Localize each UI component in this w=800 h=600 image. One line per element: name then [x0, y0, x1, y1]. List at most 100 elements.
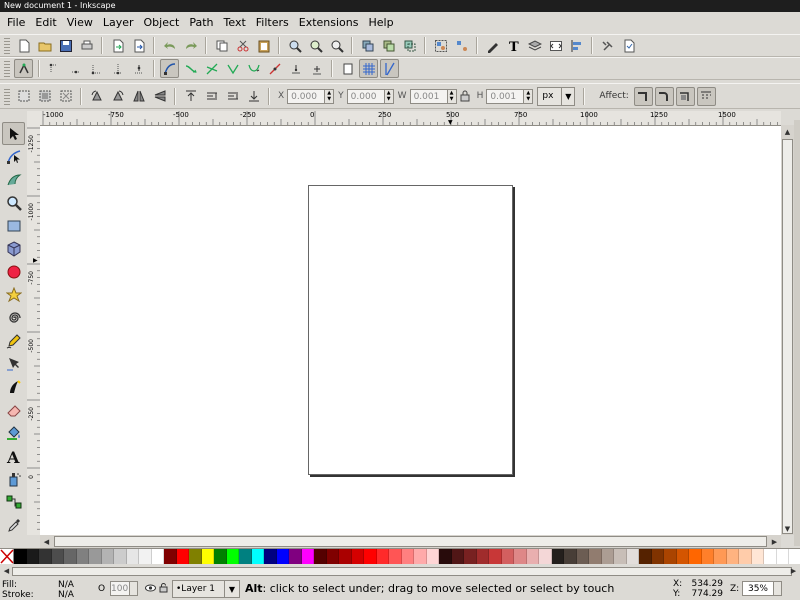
toolbar-grip[interactable] [4, 87, 10, 105]
menu-help[interactable]: Help [363, 12, 398, 33]
stroke-value[interactable]: N/A [58, 590, 74, 600]
star-tool[interactable] [2, 283, 25, 306]
flip-vertical-button[interactable] [150, 87, 169, 106]
unit-select[interactable]: px ▼ [537, 86, 576, 106]
x-input[interactable]: 0.000 [287, 88, 326, 104]
color-swatch[interactable] [576, 549, 589, 564]
export-button[interactable] [129, 36, 148, 55]
color-swatch[interactable] [264, 549, 277, 564]
zoom-page-button[interactable] [327, 36, 346, 55]
menu-path[interactable]: Path [184, 12, 218, 33]
color-swatch[interactable] [26, 549, 39, 564]
affect-patterns-button[interactable] [696, 86, 716, 106]
menu-filters[interactable]: Filters [251, 12, 294, 33]
document-properties-button[interactable] [619, 36, 638, 55]
snap-smooth-nodes-button[interactable] [244, 59, 263, 78]
unlink-clone-button[interactable] [400, 36, 419, 55]
ellipse-tool[interactable] [2, 260, 25, 283]
snap-midpoints-button[interactable] [265, 59, 284, 78]
fill-stroke-indicator[interactable]: N/A N/A [58, 580, 74, 600]
spiral-tool[interactable] [2, 306, 25, 329]
color-swatch[interactable] [226, 549, 239, 564]
xml-editor-button[interactable] [546, 36, 565, 55]
flip-horizontal-button[interactable] [129, 87, 148, 106]
color-swatch[interactable] [514, 549, 527, 564]
menu-extensions[interactable]: Extensions [294, 12, 364, 33]
affect-rounded-corners-button[interactable] [654, 86, 674, 106]
palette-scroll-right-arrow[interactable]: ▶ [787, 564, 800, 578]
snap-page-border-button[interactable] [338, 59, 357, 78]
color-swatch[interactable] [301, 549, 314, 564]
scroll-down-arrow[interactable]: ▼ [781, 522, 794, 535]
fill-stroke-button[interactable] [483, 36, 502, 55]
text-font-button[interactable]: T [504, 36, 523, 55]
no-paint-swatch[interactable] [0, 549, 14, 564]
color-swatch[interactable] [201, 549, 214, 564]
layer-lock-icon[interactable] [159, 582, 168, 596]
zoom-selection-button[interactable] [285, 36, 304, 55]
node-tool[interactable] [2, 145, 25, 168]
color-swatch[interactable] [89, 549, 102, 564]
current-layer-select[interactable]: •Layer 1 ▼ [172, 580, 240, 598]
color-swatch[interactable] [251, 549, 264, 564]
color-swatch[interactable] [651, 549, 664, 564]
color-swatch[interactable] [326, 549, 339, 564]
document-page[interactable] [308, 185, 513, 475]
calligraphy-tool[interactable] [2, 375, 25, 398]
color-swatch[interactable] [176, 549, 189, 564]
color-swatch[interactable] [676, 549, 689, 564]
undo-button[interactable] [160, 36, 179, 55]
connector-tool[interactable] [2, 490, 25, 513]
layers-button[interactable] [525, 36, 544, 55]
color-swatch[interactable] [764, 549, 777, 564]
color-swatch[interactable] [551, 549, 564, 564]
raise-button[interactable] [202, 87, 221, 106]
align-distribute-button[interactable] [567, 36, 586, 55]
opacity-input[interactable]: 100 [110, 581, 130, 596]
y-spinner[interactable]: ▲ ▼ [384, 88, 394, 104]
color-swatch[interactable] [314, 549, 327, 564]
copy-button[interactable] [212, 36, 231, 55]
ungroup-button[interactable] [452, 36, 471, 55]
snap-bbox-button[interactable] [45, 59, 64, 78]
color-swatch[interactable] [389, 549, 402, 564]
color-swatch[interactable] [526, 549, 539, 564]
menu-edit[interactable]: Edit [30, 12, 61, 33]
pencil-tool[interactable] [2, 329, 25, 352]
snap-object-midpoints-button[interactable] [286, 59, 305, 78]
color-swatch[interactable] [14, 549, 27, 564]
color-swatch[interactable] [751, 549, 764, 564]
lower-to-bottom-button[interactable] [244, 87, 263, 106]
snap-centers-button[interactable] [307, 59, 326, 78]
color-swatch[interactable] [214, 549, 227, 564]
vertical-scroll-thumb[interactable] [782, 139, 793, 534]
color-swatch[interactable] [439, 549, 452, 564]
color-swatch[interactable] [126, 549, 139, 564]
rotate-ccw-button[interactable] [87, 87, 106, 106]
zoom-spinner[interactable] [774, 581, 782, 596]
color-swatch[interactable] [51, 549, 64, 564]
pen-tool[interactable] [2, 352, 25, 375]
spray-tool[interactable] [2, 467, 25, 490]
text-tool[interactable]: A [2, 444, 25, 467]
snap-paths-button[interactable] [181, 59, 200, 78]
lock-proportions-button[interactable] [458, 87, 472, 106]
palette-scrollbar[interactable]: ◀ ▶ [0, 564, 800, 578]
horizontal-scrollbar[interactable]: ◀ ▶ [40, 535, 781, 548]
print-button[interactable] [77, 36, 96, 55]
color-swatch[interactable] [489, 549, 502, 564]
color-swatch[interactable] [164, 549, 177, 564]
color-swatch[interactable] [39, 549, 52, 564]
dropper-tool[interactable] [2, 513, 25, 536]
raise-to-top-button[interactable] [181, 87, 200, 106]
color-swatch[interactable] [689, 549, 702, 564]
rectangle-tool[interactable] [2, 214, 25, 237]
deselect-button[interactable] [56, 87, 75, 106]
color-swatch[interactable] [476, 549, 489, 564]
duplicate-button[interactable] [358, 36, 377, 55]
x-spinner[interactable]: ▲ ▼ [325, 88, 335, 104]
color-swatch[interactable] [601, 549, 614, 564]
opacity-spinner[interactable] [130, 581, 138, 596]
color-swatch[interactable] [501, 549, 514, 564]
color-swatch[interactable] [101, 549, 114, 564]
